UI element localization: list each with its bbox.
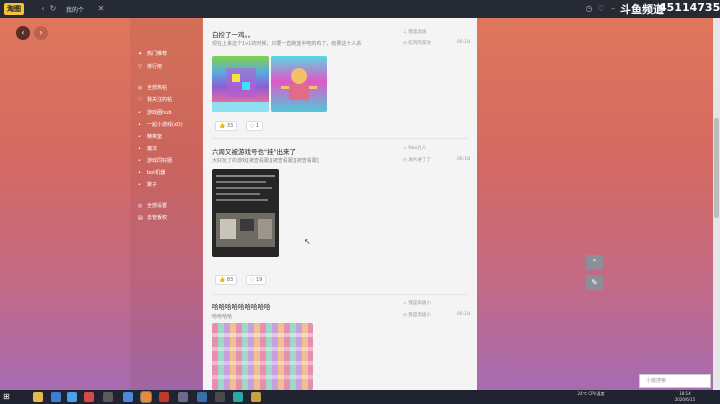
post-tag: ◷ 发片进了了 — [403, 158, 431, 163]
minimize-icon[interactable]: – — [608, 4, 618, 14]
comment-button[interactable]: ◌ 19 — [246, 275, 267, 285]
post-time: 06:18 — [457, 40, 470, 45]
dot-icon: • — [138, 134, 141, 140]
live-channel-id: 45114735 — [659, 1, 720, 14]
divider — [212, 294, 468, 295]
sidebar: ✦ 热门推荐 ▽ 排行榜 ◎ 全部热帖 ♡ 我关注的帖 • 游戏圈hub • 一起小游戏(x… — [130, 18, 202, 390]
heart-icon: ♡ — [138, 97, 143, 103]
tray-clock[interactable]: 18:14 2020/6/15 — [672, 391, 698, 403]
divider — [212, 138, 468, 139]
sidebar-item-hot[interactable]: ✦ 热门推荐 — [138, 50, 167, 57]
comment-button[interactable]: ◌ 1 — [246, 121, 264, 131]
refresh-icon[interactable]: ↻ — [48, 4, 58, 14]
scrollbar-thumb[interactable] — [714, 118, 719, 218]
post-feed: 白捡了一鸡。。 现在上来这个1v1的时候，只要一直跑蓝半吧的鸡了，结果这十人杀 … — [203, 18, 477, 390]
search-input[interactable]: 小窗搜索 — [639, 374, 711, 388]
sidebar-item-minigame[interactable]: • 一起小游戏(xD) — [138, 121, 183, 128]
back-icon[interactable]: ‹ — [38, 4, 48, 14]
sidebar-item-elite[interactable]: • 精英室 — [138, 133, 162, 140]
cursor-icon: ↖ — [304, 237, 311, 246]
grid-icon: ◎ — [138, 85, 143, 91]
chevron-up-icon: ⌃ — [591, 258, 598, 267]
fire-icon: ✦ — [138, 51, 143, 57]
taskbar: ⊞ 24℃ CPU温度 18:14 2020/6/15 — [0, 390, 720, 404]
app-icon[interactable] — [251, 392, 261, 402]
sidebar-item-hub[interactable]: • 游戏圈hub — [138, 109, 172, 116]
app-icon[interactable] — [103, 392, 113, 402]
app-icon[interactable] — [233, 392, 243, 402]
sidebar-item-settings[interactable]: ◎ 全部设置 — [138, 202, 167, 209]
dot-icon: • — [138, 158, 141, 164]
dot-icon: • — [138, 146, 141, 152]
edit-post-button[interactable]: ✎ — [586, 275, 603, 290]
dot-icon: • — [138, 122, 141, 128]
app-icon[interactable] — [215, 392, 225, 402]
steam-icon[interactable] — [197, 392, 207, 402]
live-channel-label: 斗鱼频道 — [620, 3, 664, 16]
title-bar: 淘图 ‹ ↻ 我的个 ✕ ◷ ♡ – 斗鱼频道 45114735 — [0, 0, 720, 18]
tray-weather: 24℃ CPU温度 — [577, 391, 605, 396]
clock-icon[interactable]: ◷ — [584, 4, 594, 14]
post-excerpt: 大好玩了的游戏[被查看跟][被查看跟][被查看跟] — [212, 158, 319, 164]
app-icon[interactable] — [178, 392, 188, 402]
like-button[interactable]: 👍 33 — [215, 121, 238, 131]
app-icon[interactable] — [159, 392, 169, 402]
game-grid-image — [212, 68, 269, 112]
sidebar-item-misc[interactable]: • 聚子 — [138, 181, 157, 188]
post-excerpt: 现在上来这个1v1的时候，只要一直跑蓝半吧的鸡了，结果这十人杀 — [212, 41, 362, 47]
sidebar-item-rank[interactable]: ▽ 排行榜 — [138, 63, 162, 70]
post-image[interactable] — [212, 56, 269, 112]
sidebar-item-magic[interactable]: • 魔法 — [138, 145, 157, 152]
sidebar-item-bot[interactable]: • bot机器 — [138, 169, 165, 176]
app-icon[interactable] — [67, 392, 77, 402]
edit-icon: ✎ — [591, 278, 598, 287]
post-author[interactable]: ⊥ Nao九人 — [403, 145, 426, 151]
post-time: 06:18 — [457, 312, 470, 317]
app-icon[interactable] — [84, 392, 94, 402]
user-icon: ▤ — [138, 215, 143, 221]
sidebar-item-follow[interactable]: ♡ 我关注的帖 — [138, 96, 172, 103]
post-title[interactable]: 六周又被游戏号也"挂"出来了 — [212, 146, 296, 156]
browser-icon[interactable] — [51, 392, 61, 402]
app-logo: 淘图 — [4, 3, 24, 15]
back-button[interactable]: ‹ — [16, 26, 30, 40]
post-excerpt: 哈哈哈哈 — [212, 314, 233, 320]
heart-icon[interactable]: ♡ — [596, 4, 606, 14]
post-author[interactable]: ⊥ 我是高级小 — [403, 300, 431, 306]
scroll-top-button[interactable]: ⌃ — [586, 255, 603, 270]
mosaic-image — [212, 333, 313, 379]
start-icon[interactable]: ⊞ — [3, 392, 10, 402]
active-app-icon[interactable] — [140, 391, 152, 403]
sidebar-item-all[interactable]: ◎ 全部热帖 — [138, 84, 167, 91]
phone-screenshot-image — [216, 175, 275, 247]
post-image[interactable] — [212, 323, 313, 390]
dot-icon: • — [138, 110, 141, 116]
page-scrollbar[interactable] — [713, 18, 720, 390]
forward-button[interactable]: › — [34, 26, 48, 40]
dot-icon: • — [138, 170, 141, 176]
settings-icon: ◎ — [138, 203, 143, 209]
folder-icon[interactable] — [33, 392, 43, 402]
post-image[interactable] — [271, 56, 327, 112]
sidebar-item-admin[interactable]: ▤ 去管板权 — [138, 214, 167, 221]
post-tag: ◷ 我是高级小 — [403, 313, 431, 318]
chart-icon: ▽ — [138, 64, 142, 70]
tab-current[interactable]: 我的个 — [66, 5, 84, 14]
character-image — [281, 68, 317, 100]
post-author[interactable]: ⊥ 我是高级 — [403, 29, 426, 35]
post-time: 06:18 — [457, 157, 470, 162]
app-icon[interactable] — [123, 392, 133, 402]
sidebar-item-group[interactable]: • 游戏同好圈 — [138, 157, 172, 164]
post-title[interactable]: 哈哈哈哈哈哈哈哈哈 — [212, 301, 271, 311]
post-image[interactable] — [212, 169, 279, 257]
close-tab-icon[interactable]: ✕ — [96, 4, 106, 14]
post-title[interactable]: 白捡了一鸡。。 — [212, 29, 254, 39]
dot-icon: • — [138, 182, 141, 188]
like-button[interactable]: 👍 83 — [215, 275, 238, 285]
post-tag: ◷ 吃鸡的某功 — [403, 41, 431, 46]
